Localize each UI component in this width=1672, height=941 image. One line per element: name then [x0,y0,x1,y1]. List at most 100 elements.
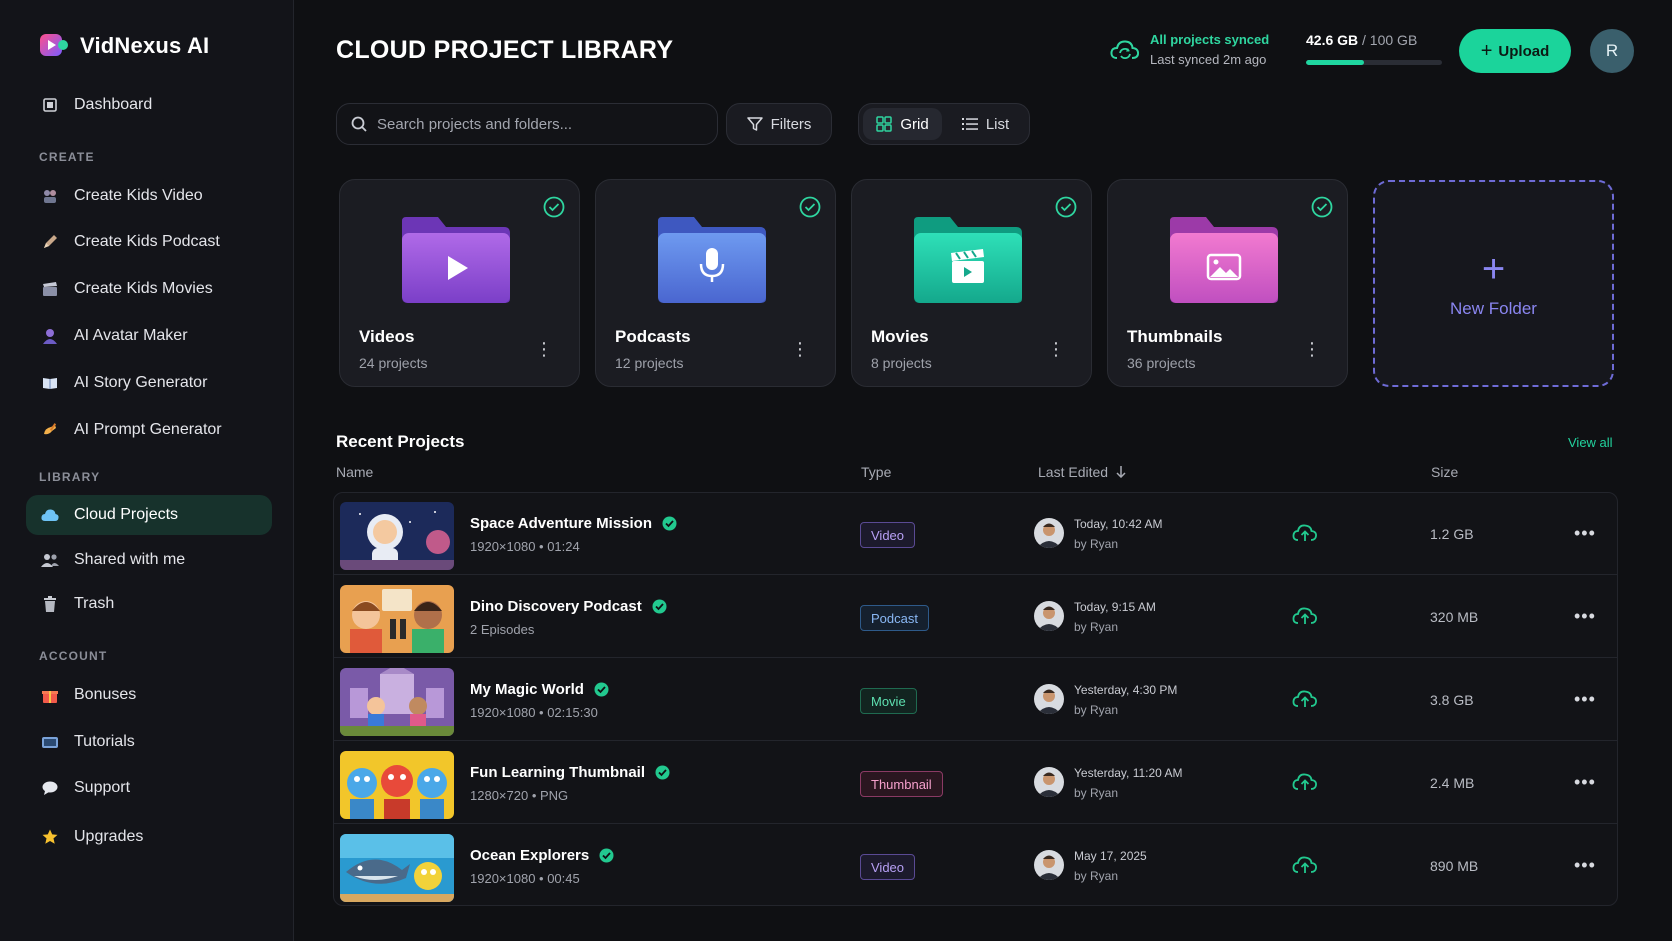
folder-card-thumbnails[interactable]: Thumbnails 36 projects ⋮ [1107,179,1348,387]
column-header-type[interactable]: Type [861,464,891,480]
storage-bar [1306,60,1442,65]
folder-count: 12 projects [615,355,684,371]
sidebar-item-tutorials[interactable]: Tutorials [26,722,272,762]
sidebar-item-ai-story-generator[interactable]: AI Story Generator [26,363,272,403]
folder-menu-icon[interactable]: ⋮ [791,340,809,358]
table-row[interactable]: Fun Learning Thumbnail 1280×720 • PNG Th… [334,742,1617,824]
folder-count: 8 projects [871,355,932,371]
project-name[interactable]: Fun Learning Thumbnail [470,764,670,781]
project-name[interactable]: Ocean Explorers [470,847,614,864]
folder-count: 36 projects [1127,355,1196,371]
last-edited-time: Yesterday, 11:20 AM [1074,766,1183,780]
grid-icon [876,116,893,132]
last-edited-by: by Ryan [1074,537,1119,551]
sidebar-item-label: Tutorials [74,733,135,750]
folder-card-podcasts[interactable]: Podcasts 12 projects ⋮ [595,179,836,387]
folder-count: 24 projects [359,355,428,371]
sidebar-item-cloud-projects[interactable]: Cloud Projects [26,495,272,535]
brand[interactable]: VidNexus AI [38,30,209,62]
folder-card-movies[interactable]: Movies 8 projects ⋮ [851,179,1092,387]
view-all-link[interactable]: View all [1568,435,1613,450]
row-menu-icon[interactable]: ••• [1574,606,1596,627]
project-name-text: My Magic World [470,681,584,698]
verified-check-icon [652,599,667,614]
sidebar-item-label: Bonuses [74,686,137,703]
row-menu-icon[interactable]: ••• [1574,689,1596,710]
sidebar-item-create-kids-video[interactable]: Create Kids Video [26,176,272,216]
new-folder-button[interactable]: + New Folder [1373,180,1614,387]
avatar-icon [40,326,60,346]
sidebar-item-create-kids-podcast[interactable]: Create Kids Podcast [26,222,272,262]
project-name[interactable]: Space Adventure Mission [470,515,677,532]
sidebar-item-ai-prompt-generator[interactable]: AI Prompt Generator [26,410,272,450]
row-menu-icon[interactable]: ••• [1574,855,1596,876]
folder-name: Podcasts [615,327,691,346]
sidebar-item-shared-with-me[interactable]: Shared with me [26,540,272,580]
column-header-name[interactable]: Name [336,464,373,480]
sidebar-item-label: Trash [74,595,115,612]
sidebar-item-upgrades[interactable]: Upgrades [26,817,272,857]
project-meta: 1920×1080 • 00:45 [470,871,580,886]
sidebar-item-dashboard[interactable]: Dashboard [26,85,272,125]
table-row[interactable]: Dino Discovery Podcast 2 Episodes Podcas… [334,576,1617,658]
filter-icon [746,117,763,131]
editor-avatar [1034,684,1064,714]
folder-name: Movies [871,327,929,346]
search-icon [351,116,367,132]
column-header-last-edited[interactable]: Last Edited [1038,464,1126,480]
folder-card-videos[interactable]: Videos 24 projects ⋮ [339,179,580,387]
cloud-synced-icon [1292,773,1317,790]
project-size: 3.8 GB [1430,692,1474,708]
view-list-label: List [985,115,1010,133]
column-header-size[interactable]: Size [1431,464,1458,480]
view-list-button[interactable]: List [946,108,1025,140]
filters-button[interactable]: Filters [726,103,832,145]
user-avatar[interactable]: R [1590,29,1634,73]
sidebar-item-label: AI Story Generator [74,374,208,391]
folder-menu-icon[interactable]: ⋮ [535,340,553,358]
upload-button-label: Upload [1498,42,1550,60]
writing-hand-icon [40,420,60,440]
project-size: 1.2 GB [1430,526,1474,542]
table-row[interactable]: Space Adventure Mission 1920×1080 • 01:2… [334,493,1617,575]
project-name[interactable]: Dino Discovery Podcast [470,598,667,615]
sidebar-item-trash[interactable]: Trash [26,584,272,624]
project-name[interactable]: My Magic World [470,681,609,698]
folder-menu-icon[interactable]: ⋮ [1303,340,1321,358]
last-edited-time: Today, 10:42 AM [1074,517,1163,531]
sidebar-item-label: AI Avatar Maker [74,327,188,344]
sidebar-item-bonuses[interactable]: Bonuses [26,675,272,715]
filters-label: Filters [770,115,812,133]
sidebar-item-ai-avatar-maker[interactable]: AI Avatar Maker [26,316,272,356]
row-menu-icon[interactable]: ••• [1574,523,1596,544]
sidebar-item-label: Create Kids Video [74,187,203,204]
sidebar-item-create-kids-movies[interactable]: Create Kids Movies [26,269,272,309]
clapperboard-icon [951,249,984,283]
brand-name: VidNexus AI [80,33,210,58]
plus-icon: + [1480,40,1493,62]
sidebar-item-label: Create Kids Podcast [74,233,220,250]
table-row[interactable]: Ocean Explorers 1920×1080 • 00:45 Video … [334,825,1617,907]
sidebar-item-support[interactable]: Support [26,768,272,808]
table-row[interactable]: My Magic World 1920×1080 • 02:15:30 Movi… [334,659,1617,741]
row-menu-icon[interactable]: ••• [1574,772,1596,793]
search-input[interactable] [377,115,697,133]
trash-icon [40,594,60,614]
check-circle-icon [1311,196,1333,218]
storage-bar-fill [1306,60,1364,65]
type-badge-podcast: Podcast [860,605,929,631]
gift-icon [40,685,60,705]
folder-menu-icon[interactable]: ⋮ [1047,340,1065,358]
podcast-folder-icon [658,217,766,303]
last-edited-time: Yesterday, 4:30 PM [1074,683,1178,697]
last-synced-text: Last synced 2m ago [1150,52,1267,67]
editor-avatar [1034,767,1064,797]
cloud-synced-icon [1292,856,1317,873]
editor-avatar [1034,518,1064,548]
view-grid-button[interactable]: Grid [863,108,942,140]
upload-button[interactable]: + Upload [1459,29,1571,73]
storage-meter: 42.6 GB / 100 GB [1306,32,1442,65]
search-box[interactable] [336,103,718,145]
kids-video-icon [40,186,60,206]
last-edited-time: Today, 9:15 AM [1074,600,1156,614]
